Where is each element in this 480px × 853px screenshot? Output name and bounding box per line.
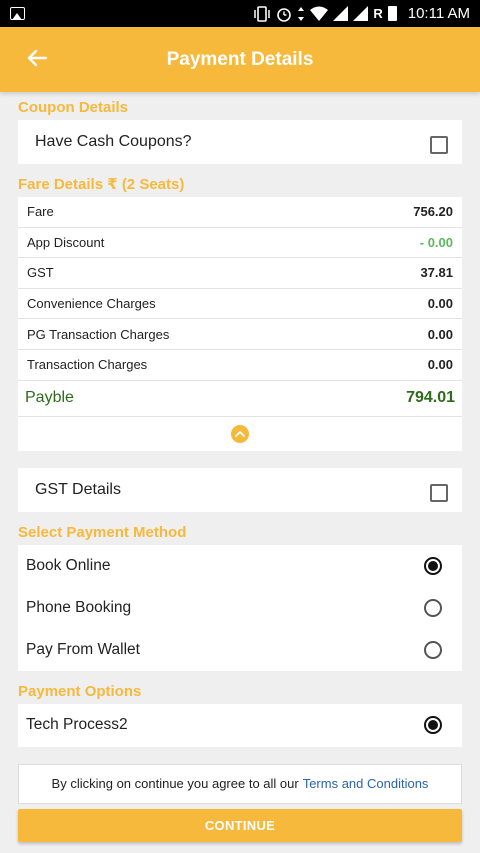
gst-details-label: GST Details <box>35 480 121 498</box>
signal-icon <box>353 6 369 21</box>
gst-value: 37.81 <box>420 265 453 281</box>
fare-row-label: Fare <box>27 204 54 220</box>
convenience-charges-value: 0.00 <box>427 296 453 312</box>
radio-unselected[interactable] <box>424 598 442 617</box>
fare-card: Fare 756.20 App Discount - 0.00 GST 37.8… <box>18 197 462 451</box>
arrow-left-icon <box>27 49 47 67</box>
payment-method-label: Phone Booking <box>26 598 132 616</box>
app-discount-value: - 0.00 <box>419 234 453 250</box>
status-time: 10:11 AM <box>407 5 470 22</box>
carrier-indicator: R <box>373 6 383 21</box>
payment-options-card: Tech Process2 <box>18 703 462 747</box>
payment-options-section-title: Payment Options <box>18 682 142 700</box>
convenience-charges-row: Convenience Charges 0.00 <box>18 289 462 320</box>
coupon-label: Have Cash Coupons? <box>35 133 192 150</box>
signal-icon <box>333 6 349 21</box>
app-discount-label: App Discount <box>27 234 105 250</box>
transaction-charges-label: Transaction Charges <box>27 357 148 373</box>
gst-row: GST 37.81 <box>18 258 462 289</box>
payable-value: 794.01 <box>406 389 455 407</box>
payment-method-book-online[interactable]: Book Online <box>18 545 462 587</box>
radio-selected[interactable] <box>424 556 442 575</box>
wifi-icon <box>310 6 329 21</box>
payment-method-phone-booking[interactable]: Phone Booking <box>18 587 462 629</box>
app-discount-row: App Discount - 0.00 <box>18 228 462 259</box>
chevron-up-icon <box>235 431 245 437</box>
battery-icon <box>387 6 397 21</box>
collapse-fare-row <box>18 417 462 451</box>
radio-selected[interactable] <box>424 716 442 735</box>
coupon-checkbox[interactable] <box>430 136 448 154</box>
data-arrows-icon <box>298 6 305 21</box>
alarm-icon <box>277 7 292 22</box>
transaction-charges-value: 0.00 <box>427 357 453 373</box>
pg-transaction-charges-value: 0.00 <box>427 326 453 342</box>
page-title: Payment Details <box>166 48 314 70</box>
terms-text: By clicking on continue you agree to all… <box>51 776 299 792</box>
back-button[interactable] <box>26 47 48 69</box>
gst-details-row[interactable]: GST Details <box>18 468 462 512</box>
pg-transaction-charges-row: PG Transaction Charges 0.00 <box>18 319 462 350</box>
continue-button[interactable]: CONTINUE <box>18 809 462 842</box>
gst-details-checkbox[interactable] <box>430 483 448 502</box>
collapse-fare-button[interactable] <box>231 424 249 443</box>
transaction-charges-row: Transaction Charges 0.00 <box>18 350 462 381</box>
pg-transaction-charges-label: PG Transaction Charges <box>27 326 170 342</box>
terms-link[interactable]: Terms and Conditions <box>303 776 429 791</box>
fare-section-title: Fare Details ₹ (2 Seats) <box>18 176 185 193</box>
coupon-row[interactable]: Have Cash Coupons? <box>18 120 462 164</box>
coupon-section-title: Coupon Details <box>18 99 129 116</box>
payment-method-label: Book Online <box>26 556 111 574</box>
payment-method-label: Pay From Wallet <box>26 640 140 658</box>
coupon-card: Have Cash Coupons? <box>18 120 462 164</box>
payable-label: Payble <box>25 389 74 407</box>
vibrate-icon <box>254 5 271 22</box>
convenience-charges-label: Convenience Charges <box>27 296 156 312</box>
payable-row: Payble 794.01 <box>18 381 462 417</box>
gst-label: GST <box>27 265 54 281</box>
fare-row-value: 756.20 <box>413 204 453 220</box>
fare-row: Fare 756.20 <box>18 197 462 228</box>
terms-notice: By clicking on continue you agree to all… <box>18 763 462 804</box>
radio-unselected[interactable] <box>424 640 442 659</box>
payment-method-pay-from-wallet[interactable]: Pay From Wallet <box>18 629 462 671</box>
app-bar: Payment Details <box>0 27 480 92</box>
gst-details-card: GST Details <box>18 467 462 512</box>
status-bar: R 10:11 AM <box>0 0 480 27</box>
payment-option-tech-process2[interactable]: Tech Process2 <box>18 704 462 747</box>
image-icon <box>10 7 25 20</box>
payment-method-card: Book Online Phone Booking Pay From Walle… <box>18 544 462 671</box>
payment-method-section-title: Select Payment Method <box>18 523 187 541</box>
payment-option-label: Tech Process2 <box>26 716 128 734</box>
